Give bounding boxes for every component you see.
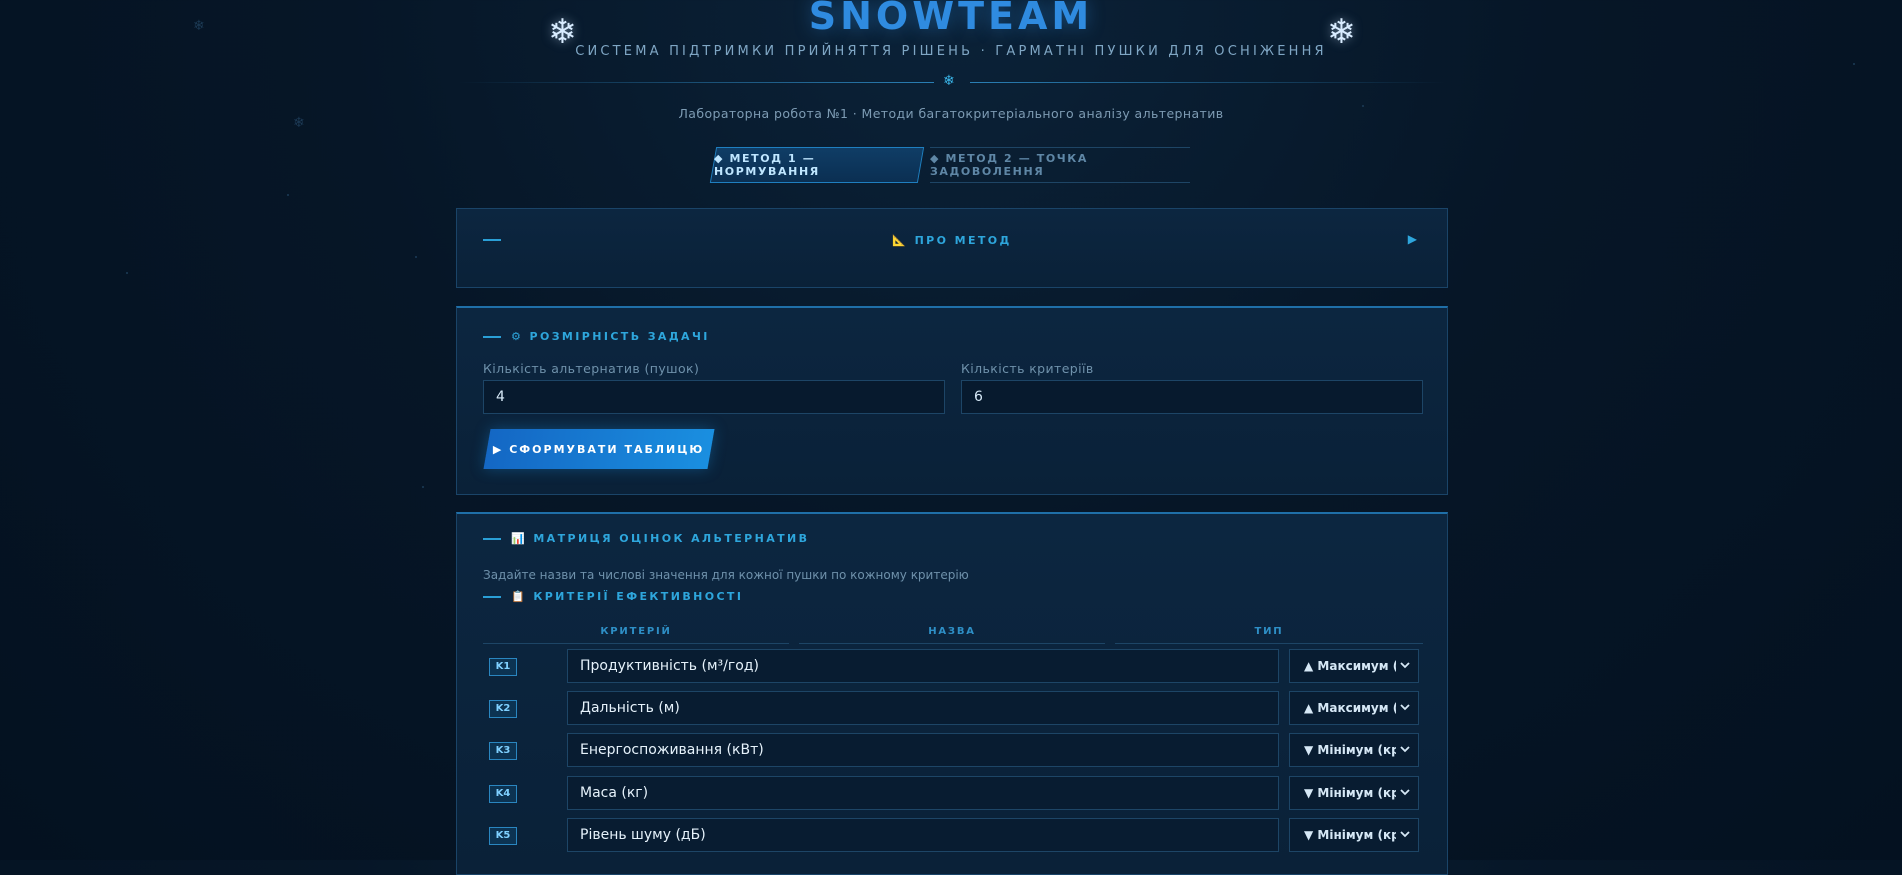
criterion-type-select[interactable]: ▲ Максимум (кращ xyxy=(1289,691,1419,725)
chevron-down-icon xyxy=(1400,831,1410,838)
about-method-panel[interactable]: 📐 ПРО МЕТОД ▶ xyxy=(456,208,1448,288)
section-title-text: 📊 МАТРИЦЯ ОЦІНОК АЛЬТЕРНАТИВ xyxy=(511,532,810,545)
divider xyxy=(458,82,934,83)
matrix-hint: Задайте назви та числові значення для ко… xyxy=(483,568,969,582)
section-dash xyxy=(483,537,501,540)
column-header-criterion: КРИТЕРІЙ xyxy=(600,626,672,637)
criterion-type-value: ▲ Максимум (кращ xyxy=(1304,659,1396,673)
column-header-type: ТИП xyxy=(1254,626,1284,637)
criterion-id-badge: K5 xyxy=(489,827,517,845)
tab-label: ◆ МЕТОД 2 — ТОЧКА ЗАДОВОЛЕННЯ xyxy=(930,152,1088,178)
chevron-down-icon xyxy=(1400,662,1410,669)
dimensions-panel: ⚙ РОЗМІРНІСТЬ ЗАДАЧІ Кількість альтернат… xyxy=(456,306,1448,495)
tab-method-1[interactable]: ◆ МЕТОД 1 — НОРМУВАННЯ xyxy=(709,147,925,183)
criterion-id-badge: K2 xyxy=(489,700,517,718)
alternatives-input[interactable]: 4 xyxy=(483,380,945,414)
column-divider xyxy=(799,643,1105,644)
about-method-label: 📐 ПРО МЕТОД xyxy=(892,234,1012,247)
page-header: ❄ SNOWTEAM ❄ СИСТЕМА ПІДТРИМКИ ПРИЙНЯТТЯ… xyxy=(0,0,1902,140)
section-title: 📋 КРИТЕРІЇ ЕФЕКТИВНОСТІ xyxy=(483,590,743,603)
criterion-name-input[interactable]: Рівень шуму (дБ) xyxy=(567,818,1279,852)
background-star xyxy=(422,486,424,488)
background-star xyxy=(415,256,417,258)
criterion-row: K5 Рівень шуму (дБ) ▼ Мінімум (кращ xyxy=(483,818,1423,852)
column-divider xyxy=(483,643,789,644)
tab-method-2[interactable]: ◆ МЕТОД 2 — ТОЧКА ЗАДОВОЛЕННЯ xyxy=(930,147,1190,183)
section-title-text: ⚙ РОЗМІРНІСТЬ ЗАДАЧІ xyxy=(511,330,710,343)
criterion-id-badge: K1 xyxy=(489,658,517,676)
criterion-type-value: ▼ Мінімум (кращ xyxy=(1304,828,1396,842)
snowflake-icon: ❄ xyxy=(943,73,955,89)
section-dash xyxy=(483,335,501,338)
section-title: 📊 МАТРИЦЯ ОЦІНОК АЛЬТЕРНАТИВ xyxy=(483,532,809,545)
lab-caption: Лабораторна робота №1 · Методи багатокри… xyxy=(678,106,1224,121)
criterion-id-badge: K4 xyxy=(489,785,517,803)
column-divider xyxy=(1115,643,1423,644)
criterion-type-select[interactable]: ▲ Максимум (кращ xyxy=(1289,649,1419,683)
divider xyxy=(970,82,1446,83)
criterion-type-value: ▼ Мінімум (кращ xyxy=(1304,786,1396,800)
criterion-name-input[interactable]: Енергоспоживання (кВт) xyxy=(567,733,1279,767)
chevron-down-icon xyxy=(1400,746,1410,753)
criterion-type-value: ▲ Максимум (кращ xyxy=(1304,701,1396,715)
criterion-name-input[interactable]: Дальність (м) xyxy=(567,691,1279,725)
criterion-type-value: ▼ Мінімум (кращ xyxy=(1304,743,1396,757)
background-star xyxy=(287,194,289,196)
criterion-type-select[interactable]: ▼ Мінімум (кращ xyxy=(1289,776,1419,810)
section-title-text: 📋 КРИТЕРІЇ ЕФЕКТИВНОСТІ xyxy=(511,590,744,603)
generate-table-label: ▶ СФОРМУВАТИ ТАБЛИЦЮ xyxy=(493,442,705,456)
criterion-name-input[interactable]: Продуктивність (м³/год) xyxy=(567,649,1279,683)
criterion-type-select[interactable]: ▼ Мінімум (кращ xyxy=(1289,733,1419,767)
generate-table-button[interactable]: ▶ СФОРМУВАТИ ТАБЛИЦЮ xyxy=(483,429,715,469)
alternatives-label: Кількість альтернатив (пушок) xyxy=(483,361,700,376)
column-header-name: НАЗВА xyxy=(928,626,976,637)
criterion-row: K3 Енергоспоживання (кВт) ▼ Мінімум (кра… xyxy=(483,733,1423,767)
section-title: ⚙ РОЗМІРНІСТЬ ЗАДАЧІ xyxy=(483,330,710,343)
criterion-type-select[interactable]: ▼ Мінімум (кращ xyxy=(1289,818,1419,852)
criteria-label: Кількість критеріїв xyxy=(961,361,1094,376)
criterion-name-input[interactable]: Маса (кг) xyxy=(567,776,1279,810)
section-dash xyxy=(483,595,501,598)
chevron-down-icon xyxy=(1400,789,1410,796)
app-title: SNOWTEAM xyxy=(808,0,1094,38)
criterion-row: K1 Продуктивність (м³/год) ▲ Максимум (к… xyxy=(483,649,1423,683)
criterion-row: K2 Дальність (м) ▲ Максимум (кращ xyxy=(483,691,1423,725)
background-star xyxy=(126,272,128,274)
play-arrow-icon[interactable]: ▶ xyxy=(1408,232,1417,246)
chevron-down-icon xyxy=(1400,704,1410,711)
tab-label: ◆ МЕТОД 1 — НОРМУВАННЯ xyxy=(714,152,820,178)
criterion-row: K4 Маса (кг) ▼ Мінімум (кращ xyxy=(483,776,1423,810)
app-subtitle: СИСТЕМА ПІДТРИМКИ ПРИЙНЯТТЯ РІШЕНЬ · ГАР… xyxy=(575,44,1327,59)
criteria-input[interactable]: 6 xyxy=(961,380,1423,414)
matrix-panel: 📊 МАТРИЦЯ ОЦІНОК АЛЬТЕРНАТИВ Задайте наз… xyxy=(456,512,1448,875)
criterion-id-badge: K3 xyxy=(489,742,517,760)
